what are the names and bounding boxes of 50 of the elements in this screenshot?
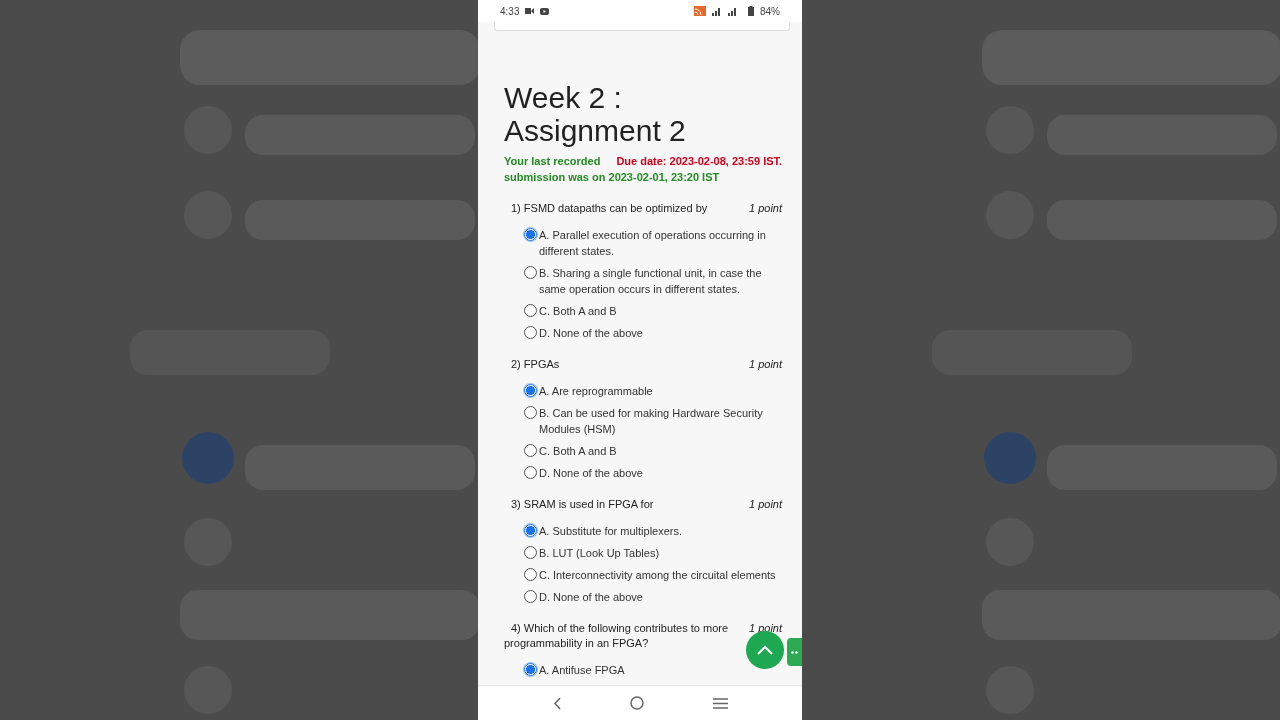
play-icon <box>540 7 550 15</box>
points-label: 1 point <box>748 201 782 216</box>
battery-level: 84% <box>760 5 780 17</box>
radio-button[interactable] <box>524 663 537 676</box>
dots-icon <box>791 650 799 654</box>
submission-note: Your last recorded <box>504 154 601 169</box>
question-text: 4) Which of the following contributes to more programmability in an FPGA? <box>504 621 730 651</box>
radio-button[interactable] <box>524 406 537 419</box>
radio-button[interactable] <box>524 590 537 603</box>
option-label: D. None of the above <box>539 326 643 341</box>
radio-button[interactable] <box>524 384 537 397</box>
radio-button[interactable] <box>524 444 537 457</box>
chevron-up-icon <box>756 645 774 655</box>
submission-note: submission was on 2023-02-01, 23:20 IST <box>504 170 720 185</box>
assignment-title: Week 2 : Assignment 2 <box>504 81 687 147</box>
option-label: A. Are reprogrammable <box>539 384 653 399</box>
scroll-up-button[interactable] <box>746 631 784 669</box>
menu-icon[interactable] <box>712 697 728 709</box>
option-label: C. Both A and B <box>539 304 617 319</box>
option-label: B. Sharing a single functional unit, in case the same operation occurs in different states. <box>539 266 763 297</box>
points-label: 1 point <box>748 357 782 372</box>
battery-icon <box>748 6 754 16</box>
radio-button[interactable] <box>524 304 537 317</box>
option-label: A. Substitute for multiplexers. <box>539 524 683 539</box>
question-text: 3) SRAM is used in FPGA for <box>510 497 654 512</box>
radio-button[interactable] <box>524 568 537 581</box>
radio-button[interactable] <box>524 524 537 537</box>
due-date: Due date: 2023-02-08, 23:59 IST. <box>616 154 783 169</box>
radio-button[interactable] <box>524 466 537 479</box>
points-label: 1 point <box>748 497 782 512</box>
option-label: D. None of the above <box>539 466 643 481</box>
option-label: C. Interconnectivity among the circuital elements <box>539 568 776 583</box>
option-label: B. LUT (Look Up Tables) <box>539 546 660 561</box>
home-icon[interactable] <box>629 696 644 710</box>
option-label: A. Antifuse FPGA <box>539 663 625 678</box>
clock: 4:33 <box>500 5 520 17</box>
option-label: A. Parallel execution of operations occurring in different states. <box>539 228 767 259</box>
radio-button[interactable] <box>524 546 537 559</box>
question-text: 1) FSMD datapaths can be optimized by <box>510 201 708 216</box>
radio-button[interactable] <box>524 266 537 279</box>
option-label: C. Both A and B <box>539 444 617 459</box>
video-camera-icon <box>525 8 535 14</box>
option-label: B. Can be used for making Hardware Security Modules (HSM) <box>539 406 764 437</box>
question-text: 2) FPGAs <box>510 357 560 372</box>
points-label: 1 point <box>748 621 782 636</box>
back-icon[interactable] <box>552 696 561 710</box>
option-label: D. None of the above <box>539 590 643 605</box>
radio-button[interactable] <box>524 228 537 241</box>
cast-icon <box>694 6 706 16</box>
radio-button[interactable] <box>524 326 537 339</box>
